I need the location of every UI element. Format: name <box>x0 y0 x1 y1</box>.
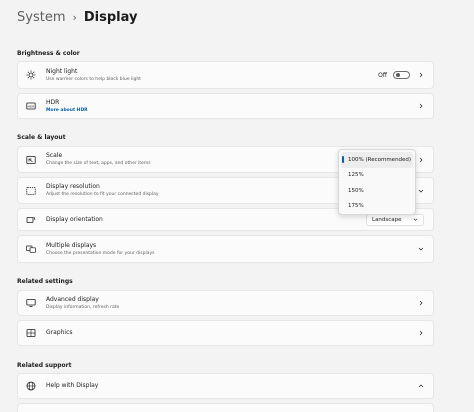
chevron-down-icon <box>413 218 418 221</box>
help-with-display-row[interactable]: Help with Display <box>17 373 434 399</box>
section-related-settings-title: Related settings <box>17 278 73 285</box>
chevron-right-icon[interactable] <box>417 103 424 110</box>
scale-dropdown-menu: 100% (Recommended) 125% 150% 175% <box>338 149 416 215</box>
breadcrumb: System › Display <box>17 6 137 28</box>
multiple-displays-description: Choose the presentation mode for your di… <box>46 250 155 256</box>
night-light-row[interactable]: Night light Use warmer colors to help bl… <box>17 61 434 89</box>
night-light-toggle-state: Off <box>378 71 387 79</box>
multiple-displays-icon <box>25 243 37 255</box>
night-light-label: Night light <box>46 67 78 75</box>
section-related-support-title: Related support <box>17 362 72 369</box>
advanced-display-label: Advanced display <box>46 295 99 303</box>
advanced-display-row[interactable]: Advanced display Display information, re… <box>17 290 434 316</box>
scale-option[interactable]: 175% <box>341 199 413 215</box>
hdr-row[interactable]: HDR HDR More about HDR <box>17 93 434 119</box>
display-orientation-label: Display orientation <box>46 215 103 223</box>
hdr-icon: HDR <box>25 100 37 112</box>
chevron-down-icon[interactable] <box>417 246 424 253</box>
night-light-description: Use warmer colors to help block blue lig… <box>46 76 141 82</box>
section-brightness-title: Brightness & color <box>17 50 80 57</box>
section-scale-layout-title: Scale & layout <box>17 134 66 141</box>
chevron-right-icon[interactable] <box>417 72 424 79</box>
night-light-toggle[interactable] <box>393 71 410 79</box>
scale-option[interactable]: 125% <box>341 168 413 184</box>
orientation-value: Landscape <box>372 216 402 223</box>
graphics-icon <box>25 327 37 339</box>
resolution-icon <box>25 185 37 197</box>
orientation-icon <box>25 214 37 226</box>
chevron-right-icon[interactable] <box>417 156 424 163</box>
graphics-label: Graphics <box>46 329 73 336</box>
chevron-right-icon[interactable] <box>417 330 424 337</box>
more-about-hdr-link[interactable]: More about HDR <box>46 107 417 114</box>
monitor-icon <box>25 297 37 309</box>
scale-option[interactable]: 100% (Recommended) <box>341 152 413 168</box>
help-with-display-label: Help with Display <box>46 382 99 389</box>
page-title: Display <box>83 9 138 25</box>
sun-icon <box>25 69 37 81</box>
scale-icon <box>25 154 37 166</box>
multiple-displays-label: Multiple displays <box>46 241 97 249</box>
orientation-dropdown[interactable]: Landscape <box>366 213 424 226</box>
help-content-panel <box>17 403 434 412</box>
chevron-up-icon[interactable] <box>417 383 424 390</box>
chevron-down-icon[interactable] <box>417 187 424 194</box>
toggle-knob <box>396 73 400 77</box>
multiple-displays-row[interactable]: Multiple displays Choose the presentatio… <box>17 235 434 263</box>
breadcrumb-separator-icon: › <box>72 10 77 24</box>
globe-icon <box>25 380 37 392</box>
chevron-right-icon[interactable] <box>417 300 424 307</box>
graphics-row[interactable]: Graphics <box>17 320 434 346</box>
svg-text:HDR: HDR <box>28 104 35 108</box>
scale-option[interactable]: 150% <box>341 183 413 199</box>
advanced-display-description: Display information, refresh rate <box>46 304 120 310</box>
hdr-label: HDR <box>46 98 60 106</box>
breadcrumb-system[interactable]: System <box>17 10 65 25</box>
